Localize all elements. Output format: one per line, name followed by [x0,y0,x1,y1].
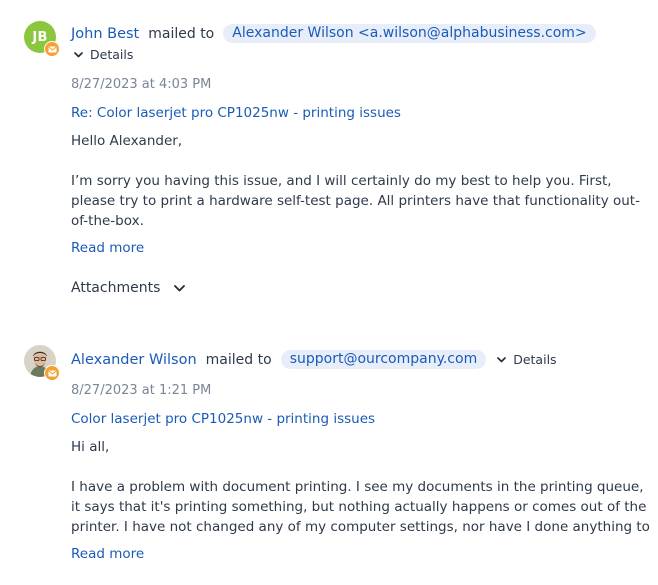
mailed-to-label: mailed to [148,25,215,42]
recipient-pill[interactable]: Alexander Wilson <a.wilson@alphabusiness… [223,24,596,43]
attachments-toggle[interactable]: Attachments [71,280,186,296]
body-line: printer. I have not changed any of my co… [71,519,650,535]
message-subject[interactable]: Re: Color laserjet pro CP1025nw - printi… [71,105,401,121]
body-line: I have a problem with document printing.… [71,479,644,495]
sender-name[interactable]: Alexander Wilson [71,352,197,368]
chevron-down-icon [74,51,83,57]
details-label: Details [513,352,557,367]
mail-icon [47,370,57,376]
details-toggle[interactable]: Details [497,352,557,367]
chevron-down-icon [174,284,186,291]
sender-name[interactable]: John Best [71,26,139,42]
mail-icon [47,46,57,52]
message-body: I have a problem with document printing.… [71,477,650,537]
chevron-down-icon [497,356,507,362]
avatar-john-best[interactable]: JB [24,21,60,57]
body-line: I’m sorry you having this issue, and I w… [71,173,612,189]
recipient-pill[interactable]: support@ourcompany.com [280,350,487,369]
details-label: Details [90,47,134,62]
body-line: please try to print a hardware self-test… [71,193,640,209]
avatar-alexander-wilson[interactable] [24,345,60,381]
message-subject[interactable]: Color laserjet pro CP1025nw - printing i… [71,411,375,427]
message-date: 8/27/2023 at 1:21 PM [71,383,212,398]
details-toggle[interactable]: Details [74,47,133,62]
body-line: of-the-box. [71,213,144,229]
mail-badge [44,41,60,57]
message-body: I’m sorry you having this issue, and I w… [71,171,640,231]
body-line: it says that it's printing something, bu… [71,499,647,515]
message-greeting: Hi all, [71,439,110,455]
attachments-label: Attachments [71,280,161,296]
read-more-link[interactable]: Read more [71,546,144,562]
message-date: 8/27/2023 at 4:03 PM [71,77,212,92]
mailed-to-label: mailed to [205,351,272,368]
message-greeting: Hello Alexander, [71,133,183,149]
mail-badge [44,365,60,381]
read-more-link[interactable]: Read more [71,240,144,256]
